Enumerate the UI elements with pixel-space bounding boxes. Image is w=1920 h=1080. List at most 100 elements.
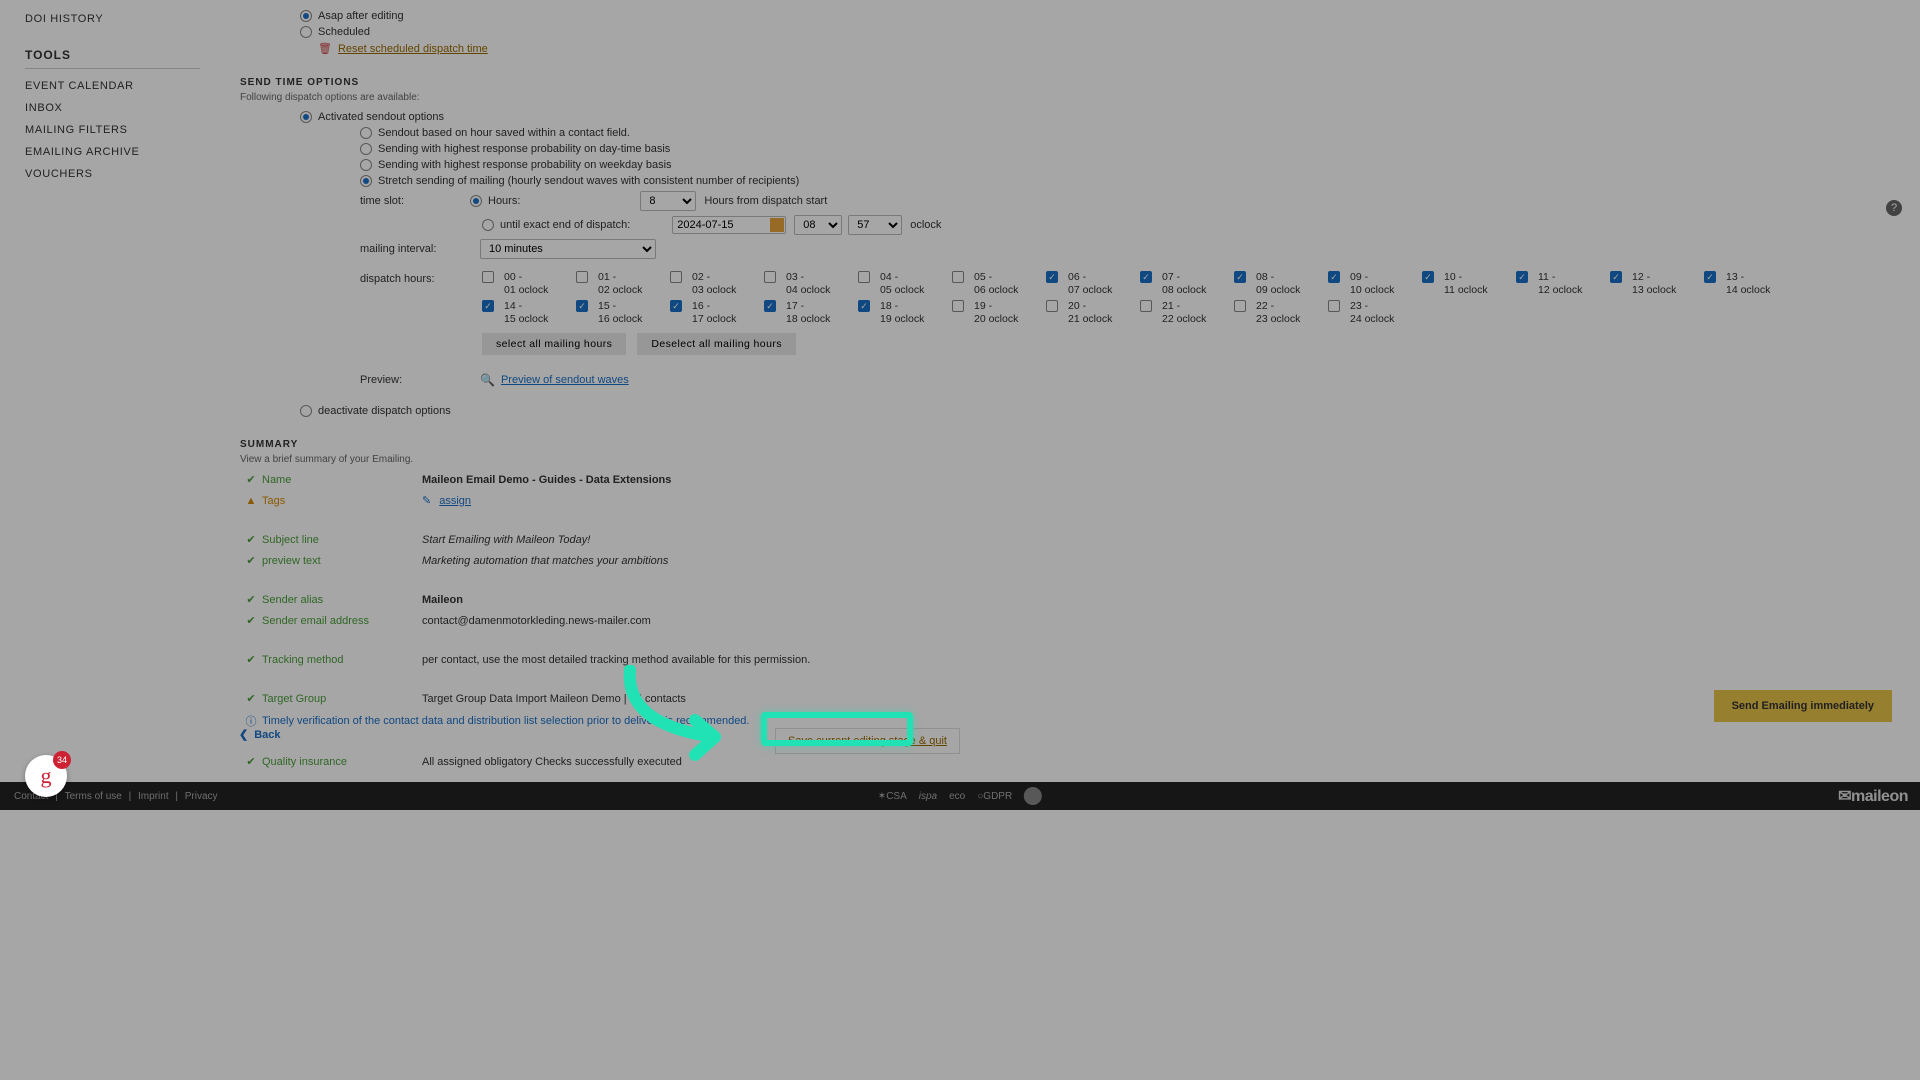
select-interval[interactable]: 10 minutes xyxy=(480,239,656,259)
sidebar-item-emailing-archive[interactable]: EMAILING ARCHIVE xyxy=(25,141,200,163)
hour-2[interactable]: 02 -03 oclock xyxy=(670,271,756,296)
hour-checkbox[interactable] xyxy=(670,300,682,312)
radio-hours[interactable] xyxy=(470,195,482,207)
sidebar-item-mailing-filters[interactable]: MAILING FILTERS xyxy=(25,119,200,141)
hour-14[interactable]: 14 -15 oclock xyxy=(482,300,568,325)
hour-12[interactable]: 12 -13 oclock xyxy=(1610,271,1696,296)
hour-4[interactable]: 04 -05 oclock xyxy=(858,271,944,296)
value-quality: All assigned obligatory Checks successfu… xyxy=(422,756,682,768)
help-icon[interactable]: ? xyxy=(1886,200,1902,216)
label-tags: Tags xyxy=(262,495,422,507)
hour-label: 03 -04 oclock xyxy=(786,271,830,296)
hour-15[interactable]: 15 -16 oclock xyxy=(576,300,662,325)
label-activated: Activated sendout options xyxy=(318,111,444,123)
radio-hour-contact[interactable] xyxy=(360,127,372,139)
back-button[interactable]: ❮Back xyxy=(239,728,281,741)
label-name: Name xyxy=(262,474,422,486)
hour-checkbox[interactable] xyxy=(1704,271,1716,283)
hour-checkbox[interactable] xyxy=(858,300,870,312)
radio-activated-options[interactable] xyxy=(300,111,312,123)
save-quit-button-container: Save current editing stage & quit xyxy=(775,728,960,754)
hour-22[interactable]: 22 -23 oclock xyxy=(1234,300,1320,325)
radio-scheduled[interactable] xyxy=(300,26,312,38)
hour-19[interactable]: 19 -20 oclock xyxy=(952,300,1038,325)
hour-checkbox[interactable] xyxy=(1046,300,1058,312)
link-preview-waves[interactable]: Preview of sendout waves xyxy=(501,374,629,386)
hour-checkbox[interactable] xyxy=(1610,271,1622,283)
hour-0[interactable]: 00 -01 oclock xyxy=(482,271,568,296)
hour-17[interactable]: 17 -18 oclock xyxy=(764,300,850,325)
hour-9[interactable]: 09 -10 oclock xyxy=(1328,271,1414,296)
hour-checkbox[interactable] xyxy=(1140,300,1152,312)
hour-checkbox[interactable] xyxy=(764,300,776,312)
hour-checkbox[interactable] xyxy=(1422,271,1434,283)
hour-checkbox[interactable] xyxy=(1046,271,1058,283)
radio-asap[interactable] xyxy=(300,10,312,22)
hour-checkbox[interactable] xyxy=(1516,271,1528,283)
hour-18[interactable]: 18 -19 oclock xyxy=(858,300,944,325)
hour-21[interactable]: 21 -22 oclock xyxy=(1140,300,1226,325)
hour-16[interactable]: 16 -17 oclock xyxy=(670,300,756,325)
hour-checkbox[interactable] xyxy=(1328,271,1340,283)
hour-20[interactable]: 20 -21 oclock xyxy=(1046,300,1132,325)
select-end-minute[interactable]: 57 xyxy=(848,215,902,235)
button-deselect-all-hours[interactable]: Deselect all mailing hours xyxy=(637,333,796,355)
hour-label: 14 -15 oclock xyxy=(504,300,548,325)
hour-10[interactable]: 10 -11 oclock xyxy=(1422,271,1508,296)
link-reset-dispatch-time[interactable]: Reset scheduled dispatch time xyxy=(338,43,488,55)
label-oclock: oclock xyxy=(910,219,941,231)
hour-checkbox[interactable] xyxy=(1234,271,1246,283)
guide-badge[interactable]: g34 xyxy=(25,755,67,797)
hour-label: 23 -24 oclock xyxy=(1350,300,1394,325)
check-icon: ✔ xyxy=(240,653,262,666)
radio-daytime[interactable] xyxy=(360,143,372,155)
footer-terms[interactable]: Terms of use xyxy=(65,791,122,802)
hour-5[interactable]: 05 -06 oclock xyxy=(952,271,1038,296)
radio-stretch[interactable] xyxy=(360,175,372,187)
radio-deactivate[interactable] xyxy=(300,405,312,417)
hour-6[interactable]: 06 -07 oclock xyxy=(1046,271,1132,296)
sidebar-item-inbox[interactable]: INBOX xyxy=(25,97,200,119)
hour-8[interactable]: 08 -09 oclock xyxy=(1234,271,1320,296)
footer-privacy[interactable]: Privacy xyxy=(185,791,218,802)
send-emailing-button[interactable]: Send Emailing immediately xyxy=(1714,690,1892,722)
input-end-date[interactable] xyxy=(672,216,786,234)
hour-checkbox[interactable] xyxy=(576,271,588,283)
hour-checkbox[interactable] xyxy=(858,271,870,283)
sidebar-item-doi-history[interactable]: DOI HISTORY xyxy=(25,8,200,30)
hour-label: 11 -12 oclock xyxy=(1538,271,1582,296)
link-assign-tags[interactable]: assign xyxy=(439,495,471,507)
button-select-all-hours[interactable]: select all mailing hours xyxy=(482,333,626,355)
radio-weekday[interactable] xyxy=(360,159,372,171)
hour-label: 10 -11 oclock xyxy=(1444,271,1488,296)
label-target-group: Target Group xyxy=(262,693,422,705)
hour-checkbox[interactable] xyxy=(1328,300,1340,312)
hour-checkbox[interactable] xyxy=(1234,300,1246,312)
hour-1[interactable]: 01 -02 oclock xyxy=(576,271,662,296)
hour-checkbox[interactable] xyxy=(952,300,964,312)
sidebar-item-event-calendar[interactable]: EVENT CALENDAR xyxy=(25,75,200,97)
hour-13[interactable]: 13 -14 oclock xyxy=(1704,271,1790,296)
radio-until-end[interactable] xyxy=(482,219,494,231)
calendar-icon[interactable] xyxy=(770,218,784,232)
label-hours: Hours: xyxy=(488,195,520,207)
hour-checkbox[interactable] xyxy=(482,300,494,312)
hour-checkbox[interactable] xyxy=(764,271,776,283)
hour-checkbox[interactable] xyxy=(952,271,964,283)
hour-label: 09 -10 oclock xyxy=(1350,271,1394,296)
save-quit-button[interactable]: Save current editing stage & quit xyxy=(788,735,947,747)
subtext-send-time: Following dispatch options are available… xyxy=(240,92,1880,103)
hour-checkbox[interactable] xyxy=(670,271,682,283)
hour-label: 05 -06 oclock xyxy=(974,271,1018,296)
select-hours-count[interactable]: 8 xyxy=(640,191,696,211)
hour-checkbox[interactable] xyxy=(576,300,588,312)
select-end-hour[interactable]: 08 xyxy=(794,215,842,235)
hour-3[interactable]: 03 -04 oclock xyxy=(764,271,850,296)
hour-11[interactable]: 11 -12 oclock xyxy=(1516,271,1602,296)
sidebar-item-vouchers[interactable]: VOUCHERS xyxy=(25,163,200,185)
hour-23[interactable]: 23 -24 oclock xyxy=(1328,300,1414,325)
footer-imprint[interactable]: Imprint xyxy=(138,791,169,802)
hour-checkbox[interactable] xyxy=(1140,271,1152,283)
hour-7[interactable]: 07 -08 oclock xyxy=(1140,271,1226,296)
hour-checkbox[interactable] xyxy=(482,271,494,283)
